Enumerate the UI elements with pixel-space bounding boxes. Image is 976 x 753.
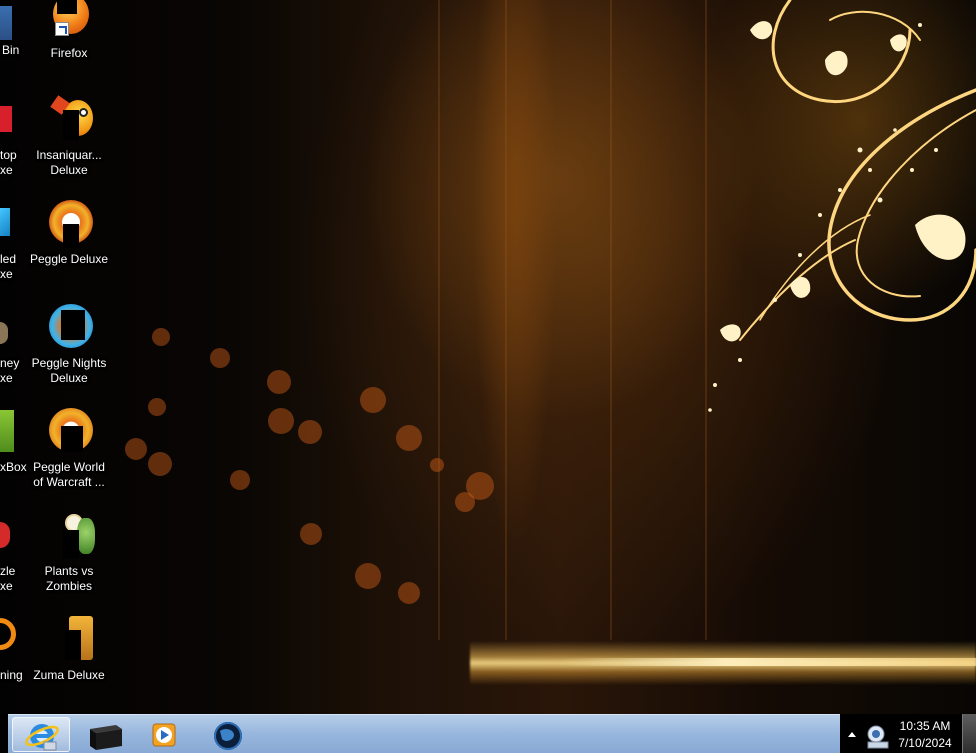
desktop-icon-firefox[interactable]: Firefox — [27, 0, 111, 61]
show-desktop-button[interactable] — [962, 714, 976, 753]
desktop-icon-label: top xe — [0, 148, 17, 177]
desktop-icon-label: Insaniquar... Deluxe — [36, 148, 102, 177]
wallpaper-bokeh — [148, 398, 166, 416]
internet-explorer-icon — [25, 724, 59, 751]
desktop-icon-insaniquarium[interactable]: Insaniquar... Deluxe — [27, 95, 111, 178]
wallpaper-bokeh — [125, 438, 147, 460]
plants-vs-zombies-icon — [45, 512, 95, 560]
desktop-icon-peggle-wow[interactable]: Peggle World of Warcraft ... — [27, 408, 111, 490]
desktop-icon-peggle-deluxe[interactable]: Peggle Deluxe — [27, 200, 111, 267]
cut-green-app-icon — [0, 410, 14, 452]
globe-icon — [214, 722, 242, 750]
taskbar-button-internet-explorer[interactable] — [12, 717, 70, 752]
desktop-icon-label: ney xe — [0, 356, 20, 385]
wallpaper-bokeh — [396, 425, 422, 451]
recycle-bin-icon — [0, 6, 12, 40]
wallpaper-glow-highlight — [560, 658, 976, 666]
taskbar-band — [8, 714, 840, 753]
taskbar-button-globe-app[interactable] — [200, 717, 258, 752]
wallpaper-bokeh — [355, 563, 381, 589]
wallpaper-bokeh — [152, 328, 170, 346]
desktop-icon-label: zle xe — [0, 564, 16, 593]
peggle-nights-icon — [45, 304, 93, 352]
peggle-icon — [45, 200, 93, 248]
desktop-icon-label: Firefox — [50, 46, 88, 60]
insaniquarium-fish-icon — [45, 95, 93, 144]
wallpaper-bokeh — [455, 492, 475, 512]
wallpaper-bokeh — [268, 408, 294, 434]
clock-date: 7/10/2024 — [898, 736, 952, 750]
firefox-icon — [45, 0, 93, 42]
taskbar: 10:35 AM 7/10/2024 — [0, 714, 976, 753]
cut-red-circle-icon — [0, 522, 10, 548]
network-icon — [867, 725, 889, 749]
taskbar-button-media-player[interactable] — [138, 717, 196, 752]
wallpaper-bokeh — [267, 370, 291, 394]
desktop-icon-label: Peggle World of Warcraft ... — [33, 460, 105, 489]
wallpaper-gold-swirl — [708, 0, 976, 412]
wallpaper-bokeh — [398, 582, 420, 604]
show-hidden-icons-button[interactable] — [846, 728, 858, 740]
wallpaper-bokeh — [210, 348, 230, 368]
desktop-icon-label: ning — [0, 668, 23, 682]
wallpaper-bokeh — [298, 420, 322, 444]
desktop-icon-label: Zuma Deluxe — [33, 668, 105, 682]
zuma-icon — [45, 616, 93, 664]
network-tray-button[interactable] — [864, 722, 892, 750]
peggle-wow-icon — [45, 408, 93, 456]
cut-red-app-icon — [0, 106, 12, 132]
wallpaper-bokeh — [148, 452, 172, 476]
wallpaper-bokeh — [300, 523, 322, 545]
wallpaper-bokeh — [230, 470, 250, 490]
desktop-icon-peggle-nights[interactable]: Peggle Nights Deluxe — [27, 304, 111, 386]
cut-brown-app-icon — [0, 322, 8, 344]
desktop-icon-label: led xe — [0, 252, 17, 281]
desktop-icon-label: Peggle Nights Deluxe — [31, 356, 107, 385]
desktop-icon-label: Plants vs Zombies — [44, 564, 94, 593]
desktop-icon-label: Bin — [2, 43, 20, 57]
desktop-icon-label: Peggle Deluxe — [29, 252, 109, 266]
cut-orange-ring-icon — [0, 618, 16, 650]
wallpaper-bokeh — [360, 387, 386, 413]
clock-time: 10:35 AM — [899, 719, 951, 733]
wallpaper-streak — [438, 0, 440, 640]
wallpaper-bokeh — [430, 458, 444, 472]
taskbar-button-file-app[interactable] — [76, 717, 134, 752]
wallpaper-streak — [610, 0, 612, 640]
cut-blue-app-icon — [0, 208, 10, 236]
desktop-icon-zuma-deluxe[interactable]: Zuma Deluxe — [27, 616, 111, 683]
desktop-background: Bin top xe led xe ney xe xBox zle xe nin… — [0, 0, 976, 753]
media-player-icon — [152, 723, 176, 747]
wallpaper-streak — [505, 0, 507, 640]
up-arrow-icon — [848, 732, 856, 737]
desktop-icon-label: xBox — [0, 460, 27, 474]
desktop-icon-plants-vs-zombies[interactable]: Plants vs Zombies — [27, 512, 111, 594]
black-box-app-icon — [90, 725, 122, 750]
system-tray: 10:35 AM 7/10/2024 — [840, 714, 976, 753]
